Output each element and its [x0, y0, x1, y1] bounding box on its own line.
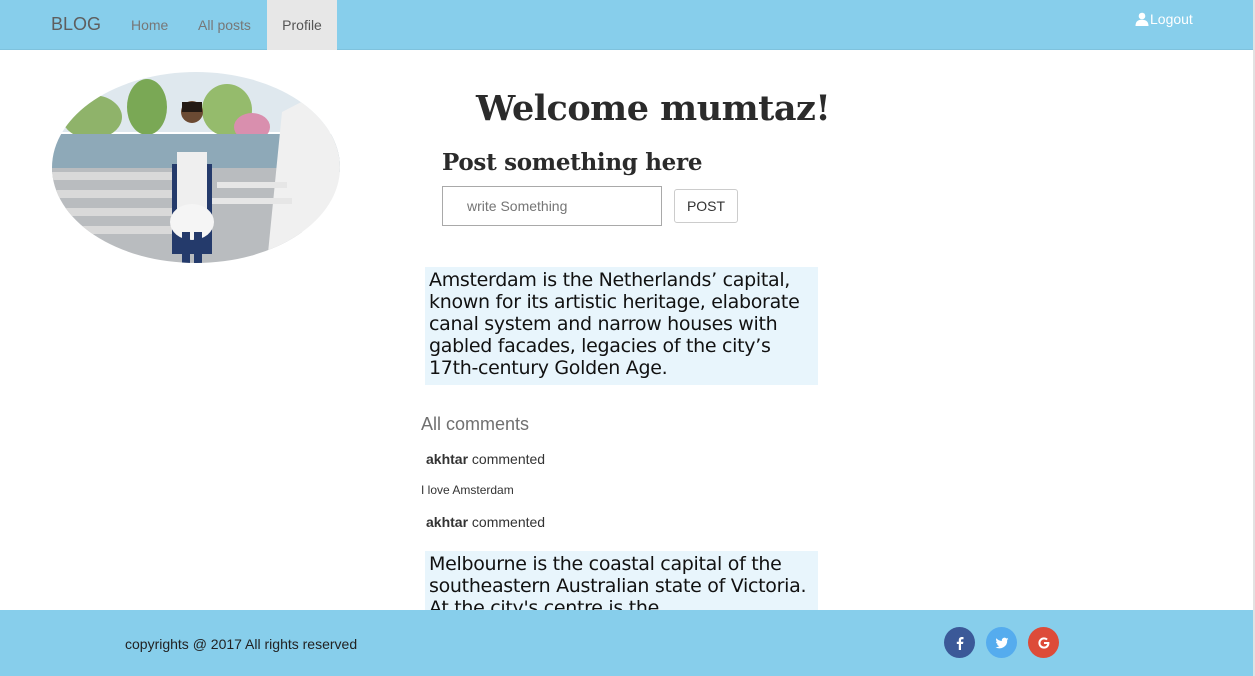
nav-profile[interactable]: Profile	[267, 0, 337, 50]
post-input[interactable]	[442, 186, 662, 226]
facebook-icon	[956, 636, 963, 650]
copyright-text: copyrights @ 2017 All rights reserved	[125, 636, 358, 652]
brand-logo[interactable]: BLOG	[51, 14, 101, 35]
comment-text: I love Amsterdam	[421, 483, 514, 497]
twitter-icon	[995, 637, 1008, 648]
comment-author[interactable]: akhtar	[426, 514, 468, 530]
welcome-heading: Welcome mumtaz!	[476, 88, 831, 129]
comment-action: commented	[471, 451, 546, 467]
facebook-button[interactable]	[944, 627, 975, 658]
top-navbar: BLOG Home All posts Profile Logout	[0, 0, 1253, 50]
footer: copyrights @ 2017 All rights reserved	[0, 610, 1253, 676]
post-card: Amsterdam is the Netherlands’ capital, k…	[425, 267, 818, 385]
user-icon	[1135, 12, 1149, 26]
nav-all-posts[interactable]: All posts	[183, 0, 266, 50]
post-something-heading: Post something here	[442, 149, 703, 176]
nav-home[interactable]: Home	[116, 0, 183, 50]
comment-meta: akhtar commented	[426, 451, 545, 467]
google-plus-icon	[1037, 636, 1049, 649]
post-button[interactable]: POST	[674, 189, 738, 223]
twitter-button[interactable]	[986, 627, 1017, 658]
profile-photo	[52, 72, 340, 263]
google-plus-button[interactable]	[1028, 627, 1059, 658]
comment-action: commented	[471, 514, 546, 530]
logout-link[interactable]: Logout	[1135, 11, 1193, 27]
comment-meta: akhtar commented	[426, 514, 545, 530]
logout-label: Logout	[1150, 11, 1193, 27]
comment-author[interactable]: akhtar	[426, 451, 468, 467]
comments-title: All comments	[421, 414, 530, 434]
